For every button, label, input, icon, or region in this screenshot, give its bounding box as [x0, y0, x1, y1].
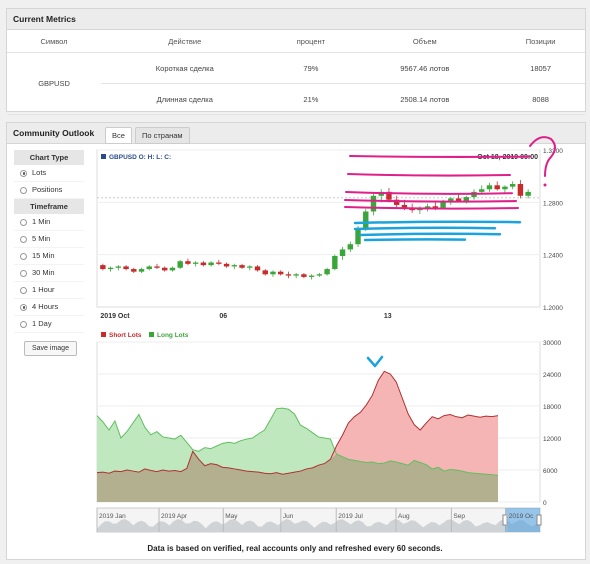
- y-tick-label: 1.2400: [543, 253, 563, 260]
- navigator-label: 2019 Jan: [99, 513, 126, 520]
- candle-body: [239, 265, 245, 268]
- navigator-label: 2019 Jul: [338, 513, 363, 520]
- candle-body: [347, 244, 354, 250]
- y-tick-label: 30000: [543, 340, 561, 347]
- short-lots-legend-label: Short Lots: [109, 332, 142, 339]
- legend-square-icon: [101, 154, 106, 159]
- data-disclaimer: Data is based on verified, real accounts…: [147, 544, 443, 553]
- x-tick-label: 06: [219, 313, 227, 320]
- price-chart-title: GBPUSD O: H: L: C:: [109, 154, 171, 161]
- candle-body: [486, 185, 493, 190]
- y-tick-label: 18000: [543, 404, 561, 411]
- candle-body: [509, 184, 516, 187]
- candle-body: [216, 262, 222, 264]
- navigator-selection: [505, 508, 540, 532]
- candle-body: [363, 211, 369, 229]
- y-tick-label: 1.2800: [543, 200, 563, 207]
- annotation-blue-line: [353, 226, 497, 231]
- candle-body: [169, 267, 176, 271]
- long-lots-legend-icon: [149, 332, 154, 337]
- candle-body: [123, 266, 129, 270]
- candle-body: [162, 267, 168, 271]
- candle-body: [440, 202, 446, 208]
- candle-body: [301, 274, 307, 277]
- long-lots-legend-label: Long Lots: [157, 332, 189, 339]
- candle-body: [247, 266, 253, 268]
- candle-body: [339, 249, 346, 256]
- annotation-blue-line: [358, 232, 502, 237]
- candle-body: [332, 255, 338, 270]
- navigator-label: 2019 Apr: [161, 513, 188, 520]
- navigator-label: Sep: [453, 513, 465, 520]
- candle-body: [254, 266, 261, 271]
- charts-svg: 1.20001.24001.28001.32002019 Oct 06 13GBPU…: [96, 136, 563, 533]
- navigator-handle-icon: [536, 514, 542, 526]
- x-tick-label: 13: [384, 313, 392, 320]
- candle-body: [107, 267, 114, 270]
- candle-body: [115, 266, 122, 268]
- candle-body: [208, 262, 214, 266]
- candle-body: [502, 186, 508, 190]
- annotation-blue-line: [363, 238, 467, 242]
- y-tick-label: 1.2000: [543, 305, 563, 312]
- short-lots-legend-icon: [101, 332, 106, 337]
- navigator-label: Jun: [283, 513, 294, 520]
- candle-body: [177, 261, 183, 268]
- y-tick-label: 24000: [543, 372, 561, 379]
- candle-body: [223, 263, 230, 267]
- y-tick-label: 6000: [543, 468, 558, 475]
- navigator-label: May: [225, 513, 238, 520]
- candle-body: [192, 262, 199, 264]
- candle-body: [154, 266, 160, 268]
- y-tick-label: 0: [543, 500, 547, 507]
- candle-body: [479, 189, 485, 192]
- candle-body: [316, 274, 323, 276]
- candle-body: [432, 206, 439, 208]
- candle-body: [138, 269, 145, 272]
- candle-body: [277, 271, 284, 275]
- candle-body: [270, 271, 276, 275]
- candle-body: [100, 265, 106, 270]
- candle-body: [463, 197, 469, 202]
- x-tick-label: 2019 Oct: [100, 313, 130, 320]
- candle-body: [131, 269, 137, 272]
- candle-body: [146, 266, 152, 270]
- candle-body: [308, 275, 315, 277]
- candle-body: [370, 195, 377, 212]
- candle-body: [525, 191, 531, 196]
- candle-body: [185, 261, 191, 264]
- annotation-question-dot: [543, 183, 547, 187]
- candle-body: [285, 274, 292, 276]
- annotation-pink-line: [349, 155, 531, 158]
- candle-body: [517, 184, 524, 196]
- candle-body: [324, 269, 330, 275]
- candle-body: [355, 228, 361, 245]
- candle-body: [293, 274, 299, 276]
- candle-body: [494, 185, 500, 190]
- navigator-label: Aug: [398, 513, 410, 520]
- candle-body: [231, 265, 238, 267]
- candle-body: [200, 262, 207, 266]
- annotation-blue-line: [353, 220, 522, 225]
- candle-body: [262, 270, 268, 275]
- candle-body: [401, 204, 408, 208]
- y-tick-label: 12000: [543, 436, 561, 443]
- navigator-label: 2019 Oc: [509, 513, 534, 520]
